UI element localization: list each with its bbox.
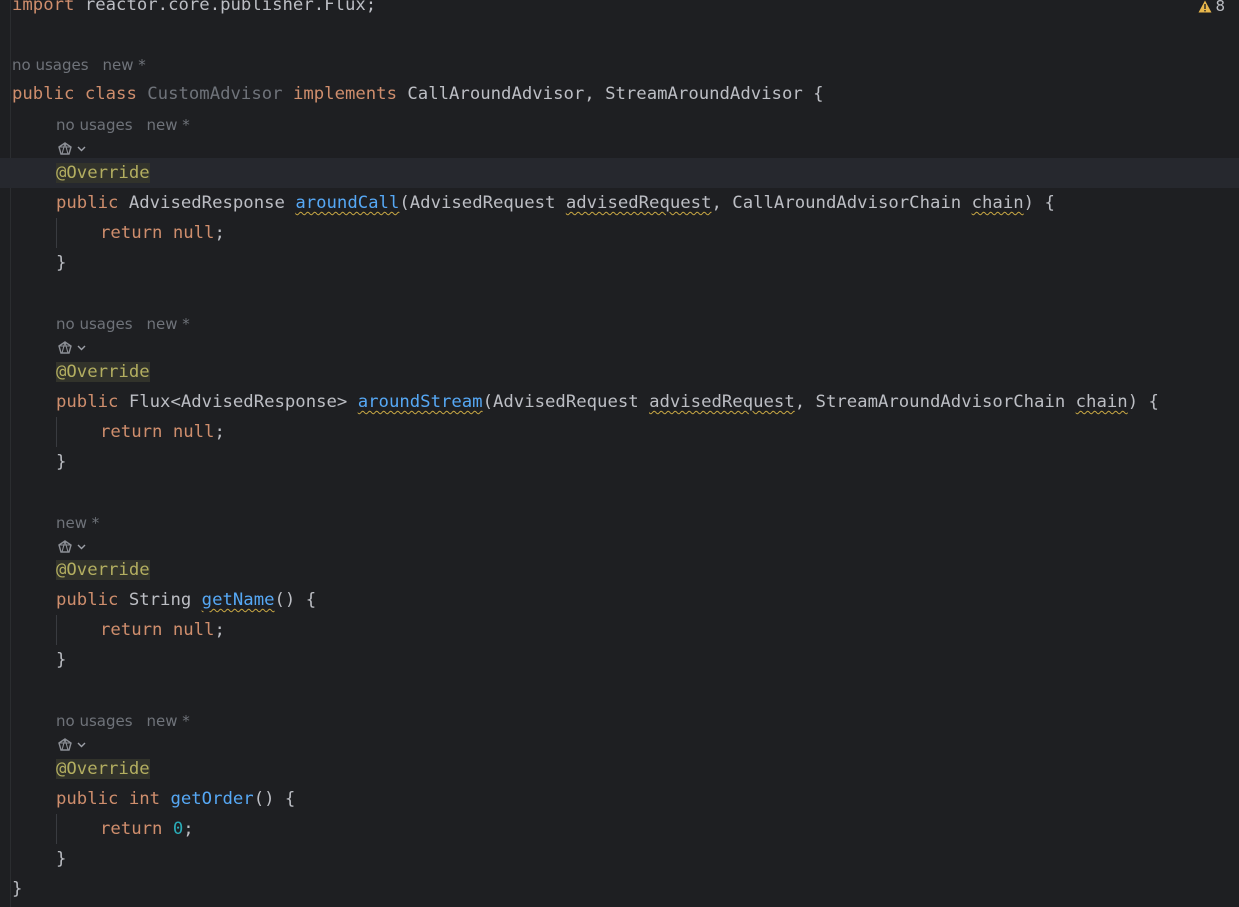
method-inlay-hint[interactable]: no usages new * — [56, 313, 190, 335]
code-line-override[interactable]: @Override — [0, 754, 1239, 784]
code-line-close-brace[interactable]: } — [0, 248, 1239, 278]
usages-hint[interactable]: no usages — [56, 712, 133, 730]
params-close: ) { — [1023, 193, 1055, 213]
keyword-public: public — [56, 392, 119, 412]
params-mid: , CallAroundAdvisorChain — [711, 193, 972, 213]
keyword-return: return — [100, 422, 163, 442]
keyword-public: public — [56, 193, 119, 213]
author-hint[interactable]: new * — [147, 116, 190, 134]
code-line-close-brace[interactable]: } — [0, 844, 1239, 874]
method-name[interactable]: getName — [202, 590, 275, 610]
keyword-null: null — [172, 620, 215, 640]
method-tail: () { — [274, 590, 317, 610]
class-closing-brace: } — [12, 879, 23, 899]
params-mid: , StreamAroundAdvisorChain — [794, 392, 1076, 412]
ai-gem-icon — [58, 738, 72, 751]
import-path: reactor.core.publisher.Flux; — [74, 0, 377, 15]
return-value: 0 — [172, 819, 184, 839]
class-name[interactable]: CustomAdvisor — [147, 84, 282, 104]
code-line-class-declaration[interactable]: public class CustomAdvisor implements Ca… — [0, 79, 1239, 109]
param-advisedRequest[interactable]: advisedRequest — [566, 193, 712, 213]
chevron-down-icon[interactable] — [77, 146, 86, 152]
return-type[interactable]: Flux<AdvisedResponse> — [118, 392, 357, 412]
code-line-override[interactable]: @Override — [0, 357, 1239, 387]
ai-action-gutter[interactable] — [56, 338, 86, 358]
closing-brace: } — [56, 253, 67, 273]
chevron-down-icon[interactable] — [77, 345, 86, 351]
param-chain[interactable]: chain — [972, 193, 1024, 213]
keyword-int: int — [128, 789, 161, 809]
method-name[interactable]: getOrder — [170, 789, 253, 809]
keyword-public: public — [56, 789, 119, 809]
keyword-public: public — [12, 84, 75, 104]
override-annotation[interactable]: @Override — [56, 163, 150, 183]
class-inlay-hint[interactable]: no usages new * — [12, 54, 146, 76]
keyword-public: public — [56, 590, 119, 610]
author-hint[interactable]: new * — [56, 514, 99, 532]
code-line-method-getOrder[interactable]: public int getOrder() { — [0, 784, 1239, 814]
chevron-down-icon[interactable] — [77, 742, 86, 748]
author-hint[interactable]: new * — [147, 315, 190, 333]
author-hint[interactable]: new * — [147, 712, 190, 730]
code-line-close-brace[interactable]: } — [0, 447, 1239, 477]
semicolon: ; — [183, 819, 194, 839]
author-hint[interactable]: new * — [103, 56, 146, 74]
param-chain[interactable]: chain — [1076, 392, 1128, 412]
ai-action-gutter[interactable] — [56, 139, 86, 159]
chevron-down-icon[interactable] — [77, 544, 86, 550]
method-name[interactable]: aroundCall — [295, 193, 399, 213]
code-line-return[interactable]: return null; — [0, 615, 1239, 645]
code-line-close-brace[interactable]: } — [0, 645, 1239, 675]
code-line-import[interactable]: import reactor.core.publisher.Flux; — [0, 0, 1239, 20]
return-type[interactable]: String — [118, 590, 201, 610]
code-line-class-close[interactable]: } — [0, 874, 1239, 904]
implemented-interfaces[interactable]: CallAroundAdvisor, StreamAroundAdvisor { — [397, 84, 823, 104]
ai-action-gutter[interactable] — [56, 735, 86, 755]
method-inlay-hint[interactable]: no usages new * — [56, 710, 190, 732]
semicolon: ; — [214, 223, 225, 243]
params-open: (AdvisedRequest — [482, 392, 650, 412]
keyword-class: class — [84, 84, 137, 104]
keyword-return: return — [100, 223, 163, 243]
method-inlay-hint[interactable]: new * — [56, 512, 99, 534]
closing-brace: } — [56, 452, 67, 472]
usages-hint[interactable]: no usages — [56, 315, 133, 333]
ai-action-gutter[interactable] — [56, 537, 86, 557]
code-line-method-aroundStream[interactable]: public Flux<AdvisedResponse> aroundStrea… — [0, 387, 1239, 417]
keyword-return: return — [100, 620, 163, 640]
code-line-override[interactable]: @Override — [0, 555, 1239, 585]
closing-brace: } — [56, 849, 67, 869]
ai-gem-icon — [58, 142, 72, 155]
closing-brace: } — [56, 650, 67, 670]
usages-hint[interactable]: no usages — [56, 116, 133, 134]
keyword-return: return — [100, 819, 163, 839]
semicolon: ; — [214, 620, 225, 640]
keyword-null: null — [172, 223, 215, 243]
override-annotation[interactable]: @Override — [56, 560, 150, 580]
code-line-method-getName[interactable]: public String getName() { — [0, 585, 1239, 615]
keyword-null: null — [172, 422, 215, 442]
ai-gem-icon — [58, 341, 72, 354]
usages-hint[interactable]: no usages — [12, 56, 89, 74]
params-open: (AdvisedRequest — [399, 193, 566, 213]
keyword-implements: implements — [292, 84, 397, 104]
code-line-return[interactable]: return null; — [0, 218, 1239, 248]
code-line-return[interactable]: return null; — [0, 417, 1239, 447]
code-line-method-aroundCall[interactable]: public AdvisedResponse aroundCall(Advise… — [0, 188, 1239, 218]
semicolon: ; — [214, 422, 225, 442]
method-tail: () { — [253, 789, 296, 809]
override-annotation[interactable]: @Override — [56, 759, 150, 779]
keyword-import: import — [12, 0, 75, 15]
return-type[interactable]: AdvisedResponse — [118, 193, 295, 213]
override-annotation[interactable]: @Override — [56, 362, 150, 382]
method-inlay-hint[interactable]: no usages new * — [56, 114, 190, 136]
param-advisedRequest[interactable]: advisedRequest — [649, 392, 795, 412]
method-name[interactable]: aroundStream — [358, 392, 483, 412]
ai-gem-icon — [58, 540, 72, 553]
params-close: ) { — [1127, 392, 1159, 412]
code-line-override-current[interactable]: @Override — [0, 158, 1239, 188]
code-line-return[interactable]: return 0; — [0, 814, 1239, 844]
